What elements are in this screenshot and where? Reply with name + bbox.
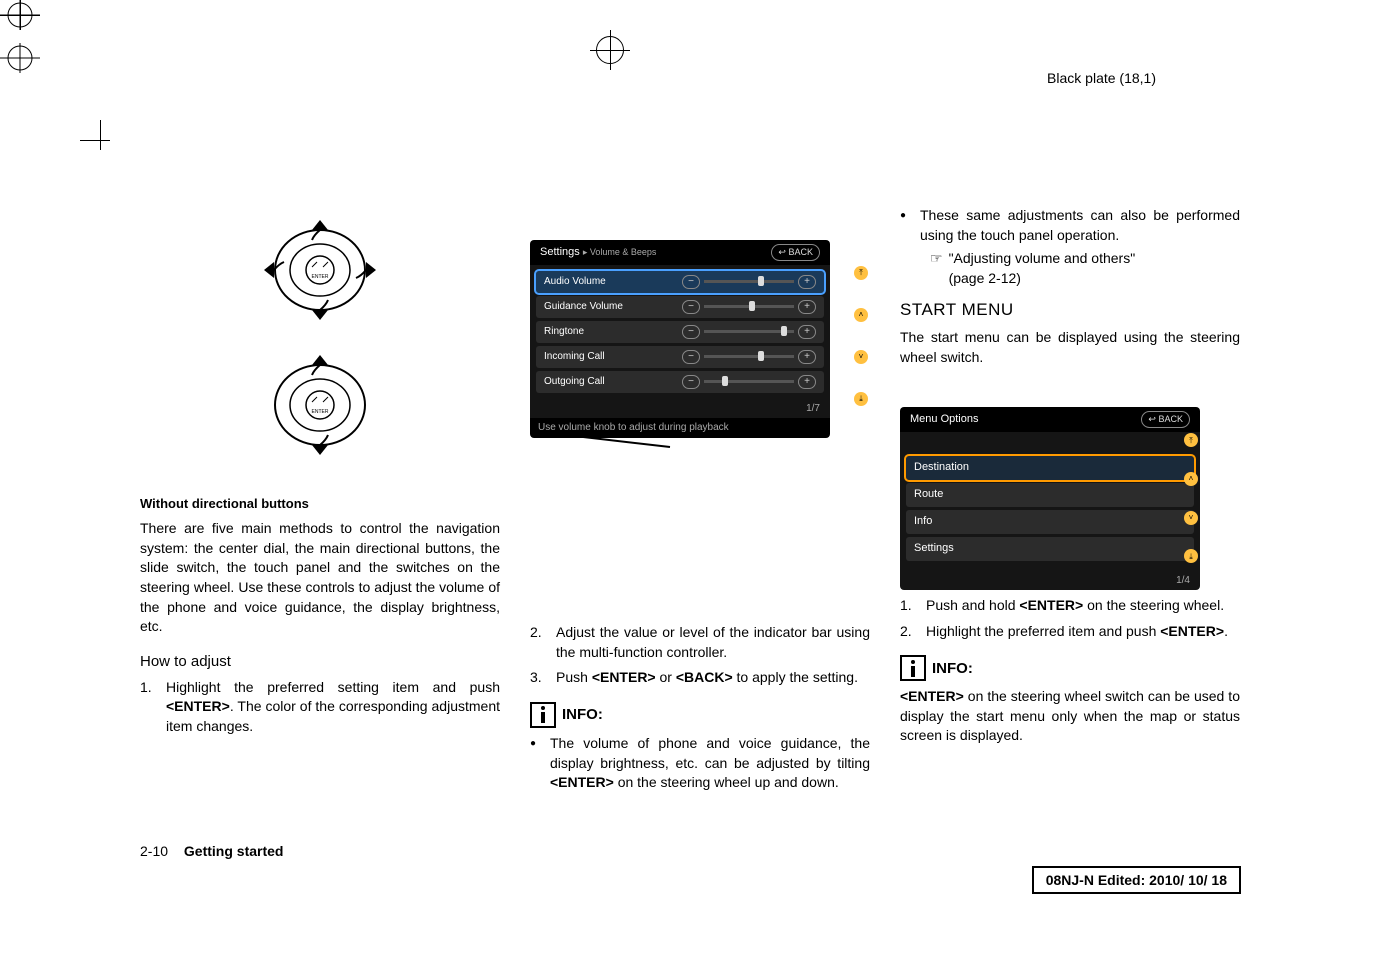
enter-key-ref: <ENTER> (900, 688, 964, 704)
enter-key-ref: <ENTER> (1019, 597, 1083, 613)
step-1-text-a: Highlight the preferred setting item and… (166, 679, 500, 695)
menu-options-screenshot: Menu Options ↩ BACK Destination Route In… (900, 407, 1200, 590)
section-title: Getting started (184, 843, 284, 859)
info-bullet-1: ● The volume of phone and voice guidance… (530, 734, 870, 793)
menu-ss-title: Menu Options (910, 412, 978, 427)
menu-ss-page-indicator: 1/4 (900, 574, 1200, 590)
page: Black plate (18,1) ENTER (0, 0, 1381, 954)
start-menu-para: The start menu can be displayed using th… (900, 328, 1240, 367)
caption-without-buttons: Without directional buttons (140, 495, 500, 513)
menu-row-info[interactable]: Info (906, 510, 1194, 534)
svg-text:ENTER: ENTER (312, 274, 329, 280)
registration-mark (590, 30, 630, 70)
enter-key-ref: <ENTER> (1160, 623, 1224, 639)
start-step-2: 2. Highlight the preferred item and push… (900, 622, 1240, 642)
ss-breadcrumb: Volume & Beeps (590, 247, 657, 257)
how-to-adjust-heading: How to adjust (140, 651, 500, 672)
page-number: 2-10 (140, 843, 168, 859)
hand-pointer-icon: ☞ (930, 249, 943, 269)
back-button[interactable]: ↩ BACK (1141, 411, 1190, 428)
crop-mark-right (0, 43, 1381, 86)
ss-page-indicator: 1/7 (530, 402, 830, 418)
step-3: 3. Push <ENTER> or <BACK> to apply the s… (530, 668, 870, 688)
step-2: 2. Adjust the value or level of the indi… (530, 623, 870, 662)
start-menu-heading: START MENU (900, 298, 1240, 322)
ss-scroll: ⤒ ˄ ˅ ⤓ (854, 266, 868, 406)
settings-row-incoming-call[interactable]: Incoming Call −+ (536, 346, 824, 368)
back-key-ref: <BACK> (676, 669, 733, 685)
edit-info-box: 08NJ-N Edited: 2010/ 10/ 18 (1032, 866, 1241, 894)
intro-paragraph: There are five main methods to control t… (140, 519, 500, 637)
info-bullet-top: ● These same adjustments can also be per… (900, 206, 1240, 245)
scroll-down-icon[interactable]: ˅ (1184, 511, 1198, 525)
menu-ss-scroll: ⤒ ˄ ˅ ⤓ (1184, 433, 1198, 563)
info-label: INFO: (562, 704, 603, 725)
scroll-top-icon[interactable]: ⤒ (854, 266, 868, 280)
ss-footer-text: Use volume knob to adjust during playbac… (538, 421, 729, 435)
svg-text:ENTER: ENTER (312, 409, 329, 415)
dial-illustration-1: ENTER (250, 210, 390, 330)
crop-mark-left (0, 0, 1381, 43)
scroll-top-icon[interactable]: ⤒ (1184, 433, 1198, 447)
info-icon (530, 702, 556, 728)
dial-illustration-2: ENTER (250, 345, 390, 465)
scroll-bottom-icon[interactable]: ⤓ (1184, 549, 1198, 563)
plate-label: Black plate (18,1) (1047, 70, 1156, 86)
menu-row-settings[interactable]: Settings (906, 537, 1194, 561)
info-callout-2: INFO: (900, 655, 1240, 681)
info-label: INFO: (932, 658, 973, 679)
crop-mark (80, 120, 120, 160)
scroll-bottom-icon[interactable]: ⤓ (854, 392, 868, 406)
enter-key-ref: <ENTER> (592, 669, 656, 685)
settings-row-guidance-volume[interactable]: Guidance Volume −+ (536, 296, 824, 318)
reference-line: ☞ "Adjusting volume and others" (page 2-… (900, 249, 1240, 288)
scroll-up-icon[interactable]: ˄ (1184, 472, 1198, 486)
column-3: ● These same adjustments can also be per… (900, 200, 1240, 793)
info-2-text: <ENTER> on the steering wheel switch can… (900, 687, 1240, 746)
column-2: Settings ▸ Volume & Beeps ↩ BACK Audio V… (530, 200, 870, 793)
step-1: 1. Highlight the preferred setting item … (140, 678, 500, 737)
menu-row-route[interactable]: Route (906, 483, 1194, 507)
settings-screenshot: Settings ▸ Volume & Beeps ↩ BACK Audio V… (530, 240, 870, 438)
scroll-up-icon[interactable]: ˄ (854, 308, 868, 322)
info-icon (900, 655, 926, 681)
settings-row-outgoing-call[interactable]: Outgoing Call −+ (536, 371, 824, 393)
scroll-down-icon[interactable]: ˅ (854, 350, 868, 364)
menu-row-destination[interactable]: Destination (906, 456, 1194, 480)
back-button[interactable]: ↩ BACK (771, 244, 820, 261)
ss-title: Settings (540, 246, 580, 258)
page-footer: 2-10 Getting started (140, 843, 284, 859)
column-1: ENTER ENTER Without (140, 200, 500, 793)
enter-key-ref: <ENTER> (550, 774, 614, 790)
start-step-1: 1. Push and hold <ENTER> on the steering… (900, 596, 1240, 616)
settings-row-ringtone[interactable]: Ringtone −+ (536, 321, 824, 343)
enter-key-ref: <ENTER> (166, 698, 230, 714)
info-callout: INFO: (530, 702, 870, 728)
settings-row-audio-volume[interactable]: Audio Volume −+ (536, 271, 824, 293)
content-columns: ENTER ENTER Without (140, 200, 1240, 793)
